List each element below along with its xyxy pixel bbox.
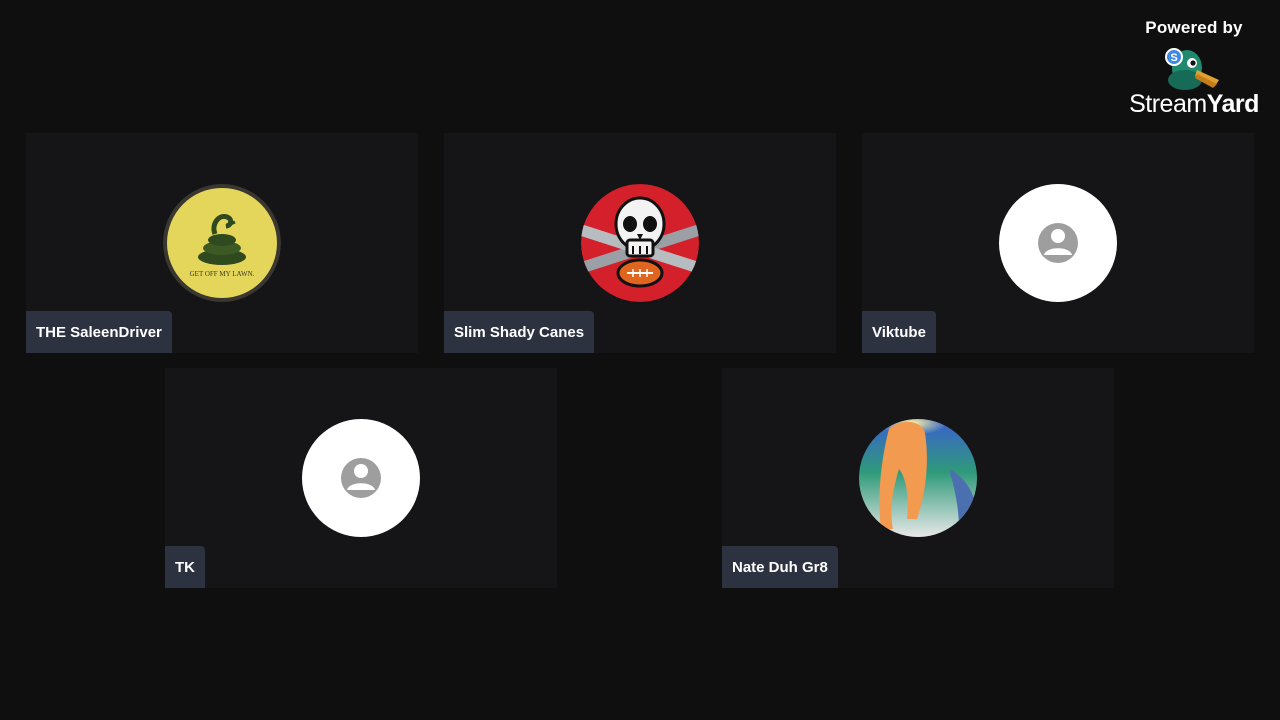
- football-icon: [616, 258, 664, 288]
- participant-tile[interactable]: GET OFF MY LAWN. THE SaleenDriver: [26, 133, 418, 353]
- participant-nameplate: Slim Shady Canes: [444, 311, 595, 353]
- stream-canvas: Powered by S StreamYard GET OFF MY LAWN.…: [0, 0, 1280, 720]
- svg-text:S: S: [1170, 52, 1177, 64]
- streamyard-branding: Powered by S StreamYard: [1124, 18, 1264, 119]
- participant-tile[interactable]: Viktube: [862, 133, 1254, 353]
- participant-nameplate: Viktube: [862, 311, 936, 353]
- default-user-icon: [1038, 223, 1078, 263]
- participant-tile[interactable]: Nate Duh Gr8: [722, 368, 1114, 588]
- default-avatar: [999, 184, 1117, 302]
- participant-nameplate: TK: [165, 546, 205, 588]
- participant-tile[interactable]: Slim Shady Canes: [444, 133, 836, 353]
- avatar-caption: GET OFF MY LAWN.: [190, 270, 255, 278]
- photo-avatar: [859, 419, 977, 537]
- streamyard-wordmark: StreamYard: [1129, 90, 1259, 118]
- participant-nameplate: Nate Duh Gr8: [722, 546, 838, 588]
- streamyard-duck-logo-icon: S: [1165, 48, 1219, 90]
- gadsden-flag-avatar: GET OFF MY LAWN.: [163, 184, 281, 302]
- participant-tile[interactable]: TK: [165, 368, 557, 588]
- pirate-skull-football-avatar: [581, 184, 699, 302]
- powered-by-label: Powered by: [1145, 18, 1243, 37]
- default-avatar: [302, 419, 420, 537]
- participant-nameplate: THE SaleenDriver: [26, 311, 172, 353]
- default-user-icon: [341, 458, 381, 498]
